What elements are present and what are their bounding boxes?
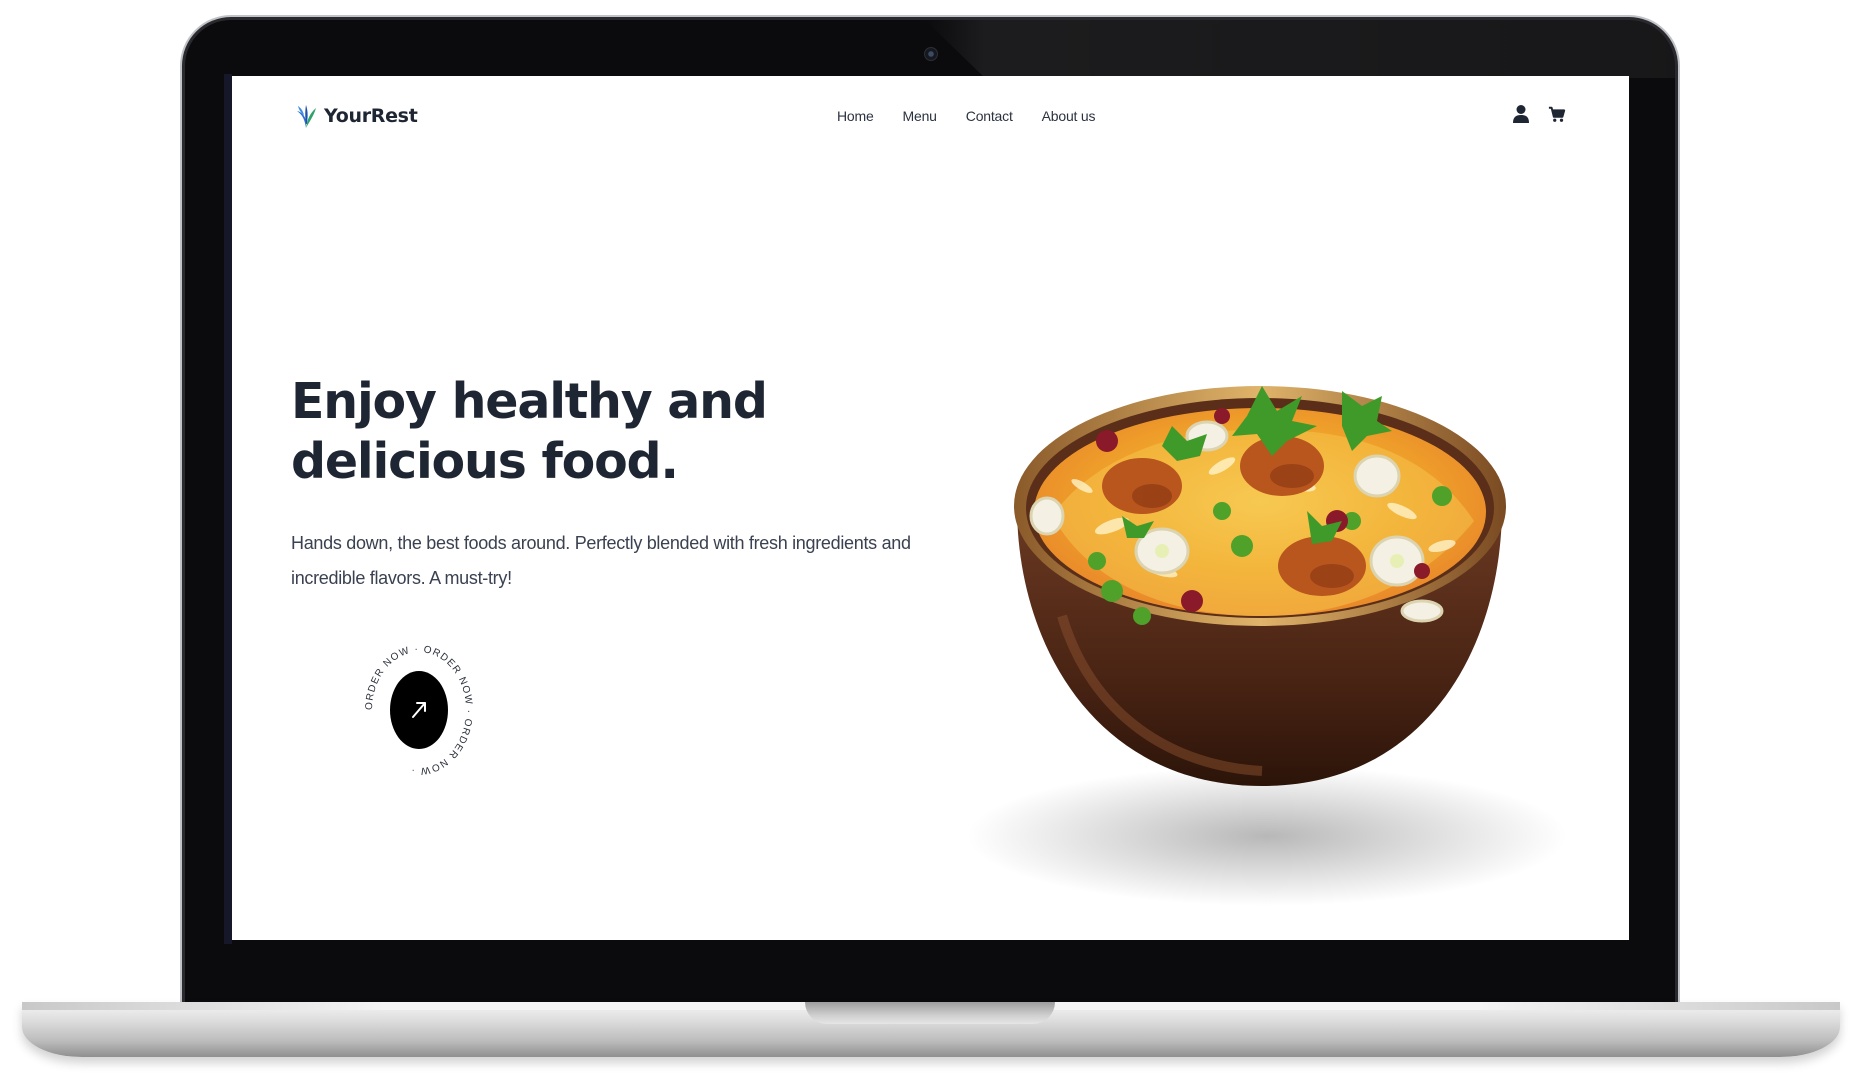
- nav-links: Home Menu Contact About us: [837, 108, 1096, 126]
- hero-title-line1: Enjoy healthy and: [291, 373, 768, 430]
- nav-link-home[interactable]: Home: [837, 108, 874, 124]
- user-icon[interactable]: [1512, 104, 1530, 124]
- leaf-logo-icon: [297, 105, 316, 128]
- website-screen: YourRest Home Menu Contact About us Enjo…: [232, 76, 1629, 940]
- laptop-mockup: YourRest Home Menu Contact About us Enjo…: [0, 0, 1851, 1080]
- order-now-ring: ORDER NOW · ORDER NOW · ORDER NOW ·: [364, 644, 473, 776]
- hero-title-line2: delicious food.: [291, 433, 679, 490]
- biryani-bowl-illustration: [967, 386, 1567, 906]
- nav-link-contact[interactable]: Contact: [966, 108, 1013, 124]
- webcam: [924, 47, 938, 61]
- bezel-edge: [224, 74, 232, 944]
- brand-name: YourRest: [324, 105, 418, 127]
- hero-title: Enjoy healthy and delicious food.: [291, 372, 851, 492]
- cart-icon[interactable]: [1548, 104, 1566, 124]
- nav-item-home: Home: [837, 108, 874, 126]
- nav-item-about: About us: [1042, 108, 1096, 126]
- nav-link-menu[interactable]: Menu: [903, 108, 937, 124]
- nav-icons: [1512, 104, 1566, 124]
- brand[interactable]: YourRest: [294, 102, 418, 130]
- order-now-button[interactable]: ORDER NOW · ORDER NOW · ORDER NOW ·: [362, 636, 476, 784]
- screen-glare: [925, 20, 1675, 78]
- nav-item-contact: Contact: [966, 108, 1013, 126]
- hero-description: Hands down, the best foods around. Perfe…: [291, 533, 911, 588]
- laptop-opening-notch: [805, 1002, 1055, 1024]
- nav-item-menu: Menu: [903, 108, 937, 126]
- nav-link-about[interactable]: About us: [1042, 108, 1096, 124]
- biryani-bowl-image: [922, 316, 1582, 936]
- top-navbar: YourRest Home Menu Contact About us: [232, 76, 1629, 156]
